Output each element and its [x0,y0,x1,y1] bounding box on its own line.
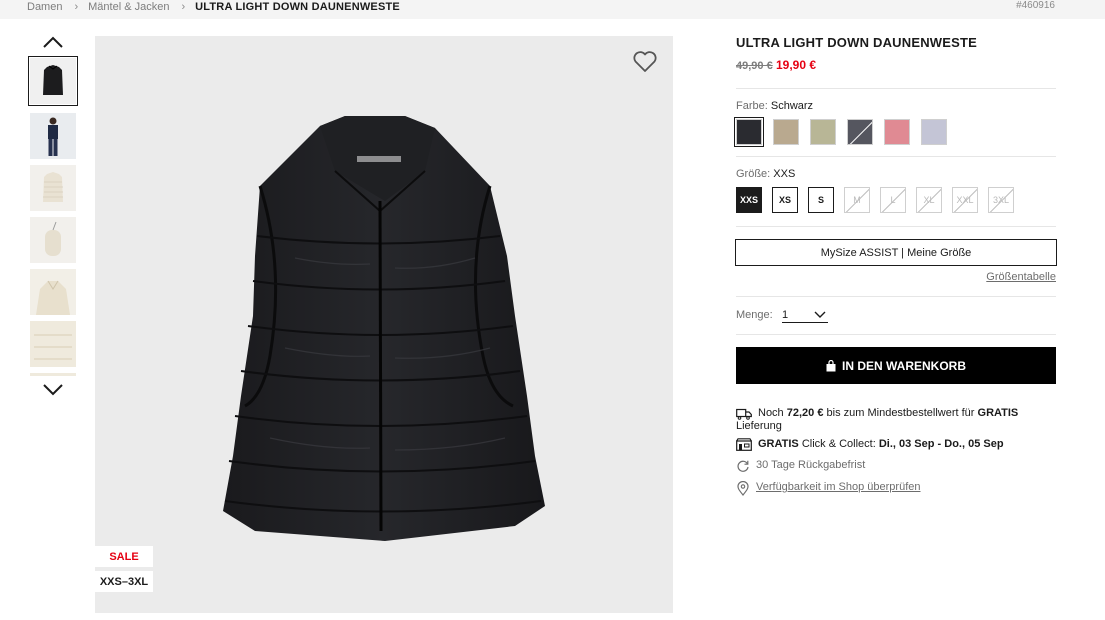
more-thumbnail-image [30,373,76,376]
color-swatch-beige[interactable] [773,119,799,145]
vest-image [223,116,545,541]
heart-icon[interactable] [632,50,658,74]
breadcrumb-current: ULTRA LIGHT DOWN DAUNENWESTE [195,1,400,13]
add-to-cart-label: IN DEN WARENKORB [841,358,966,373]
divider [736,226,1056,227]
click-collect-label: Click & Collect: [801,438,876,450]
size-option-l-unavailable[interactable]: L [880,187,906,213]
size-option-xxl-unavailable[interactable]: XXL [952,187,978,213]
store-availability-link[interactable]: Verfügbarkeit im Shop überprüfen [756,481,921,493]
pouch-thumbnail-image [30,217,76,263]
thumbnail-pouch[interactable] [28,215,78,265]
thumbnail-collar[interactable] [28,267,78,317]
size-range-badge: XXS–3XL [95,571,153,592]
sale-badge: SALE [95,546,153,567]
vest-black-thumbnail-image [30,58,76,104]
chevron-right-icon: › [181,1,186,13]
quantity-select[interactable]: 1 [782,307,828,323]
delivery-line-2: Lieferung [736,420,782,432]
breadcrumb-item-maentel[interactable]: Mäntel & Jacken [88,1,169,13]
divider [736,88,1056,89]
size-option-xs[interactable]: XS [772,187,798,213]
location-pin-icon [737,481,749,496]
size-option-xxs[interactable]: XXS [736,187,762,213]
store-availability: Verfügbarkeit im Shop überprüfen [736,481,921,496]
click-collect-free: GRATIS [758,438,799,450]
color-label-text: Farbe: [736,100,768,112]
size-label-text: Größe: [736,168,771,180]
thumbnail-detail[interactable] [28,319,78,369]
size-options: XXS XS S M L XL XXL 3XL [736,187,1014,213]
selected-color: Schwarz [770,100,814,112]
thumbnail-model[interactable] [28,111,78,161]
model-thumbnail-image [30,113,76,159]
thumbnail-vest-black[interactable] [28,56,78,106]
divider [736,156,1056,157]
chevron-down-icon[interactable] [42,383,64,397]
product-title: ULTRA LIGHT DOWN DAUNENWESTE [736,35,978,50]
size-option-3xl-unavailable[interactable]: 3XL [988,187,1014,213]
shopping-bag-icon [826,359,836,371]
collar-thumbnail-image [30,269,76,315]
chevron-right-icon: › [74,1,79,13]
truck-icon [736,408,752,420]
delivery-amount: 72,20 € [786,407,824,419]
breadcrumb: Damen › Mäntel & Jacken › ULTRA LIGHT DO… [27,0,400,14]
click-collect-info: GRATIS Click & Collect: Di., 03 Sep - Do… [736,438,1004,451]
add-to-cart-button[interactable]: IN DEN WARENKORB [736,347,1056,384]
thumbnail-list [28,56,78,376]
divider [736,296,1056,297]
chevron-up-icon[interactable] [42,35,64,49]
color-swatch-olive[interactable] [810,119,836,145]
delivery-pre: Noch [758,407,784,419]
color-swatch-grey-unavailable[interactable] [847,119,873,145]
delivery-mid: bis zum Mindestbestellwert für [826,407,975,419]
size-option-s[interactable]: S [808,187,834,213]
mysize-assist-button[interactable]: MySize ASSIST | Meine Größe [735,239,1057,266]
return-text: 30 Tage Rückgabefrist [756,459,866,471]
quantity-value: 1 [782,308,789,321]
free-delivery-info: Noch 72,20 € bis zum Mindestbestellwert … [736,407,1056,420]
size-option-m-unavailable[interactable]: M [844,187,870,213]
refresh-icon [737,460,749,472]
divider [736,334,1056,335]
breadcrumb-item-damen[interactable]: Damen [27,1,62,13]
delivery-post: Lieferung [736,420,782,432]
size-option-xl-unavailable[interactable]: XL [916,187,942,213]
product-main-image[interactable] [95,36,673,613]
store-icon [736,438,752,451]
breadcrumb-bar: Damen › Mäntel & Jacken › ULTRA LIGHT DO… [0,0,1105,19]
color-swatch-schwarz[interactable] [734,117,764,147]
color-swatch-pink[interactable] [884,119,910,145]
thumbnail-vest-cream[interactable] [28,163,78,213]
return-info: 30 Tage Rückgabefrist [736,459,865,473]
delivery-free: GRATIS [977,407,1019,419]
selected-size: XXS [773,168,796,180]
thumbnail-more[interactable] [28,371,78,376]
size-label: Größe: XXS [736,168,795,180]
product-number: #460916 [1016,0,1055,11]
quantity-label: Menge: [736,309,773,321]
sale-price: 19,90 € [776,58,817,72]
detail-thumbnail-image [30,321,76,367]
size-table-link[interactable]: Größentabelle [986,271,1056,283]
chevron-down-icon [814,311,826,318]
color-swatches [734,117,947,147]
click-collect-dates: Di., 03 Sep - Do., 05 Sep [878,438,1004,450]
old-price: 49,90 € [736,60,773,72]
vest-cream-thumbnail-image [30,165,76,211]
color-swatch-lavender[interactable] [921,119,947,145]
color-label: Farbe: Schwarz [736,100,813,112]
